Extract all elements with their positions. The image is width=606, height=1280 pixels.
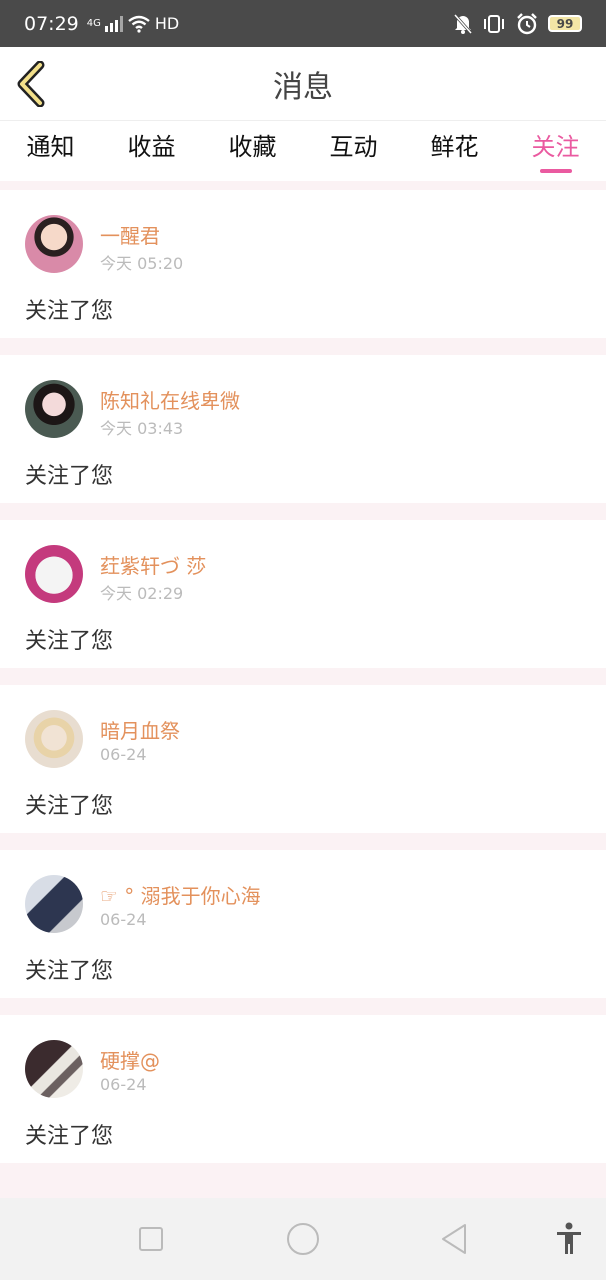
message-text: 关注了您 (25, 629, 114, 654)
tab-earnings[interactable]: 收益 (101, 121, 202, 181)
list-item[interactable]: 陈知礼在线卑微 今天 03:43 关注了您 (0, 355, 606, 503)
username[interactable]: 硬撑@ (100, 1045, 160, 1074)
tab-bar: 通知 收益 收藏 互动 鲜花 关注 (0, 121, 606, 181)
message-text: 关注了您 (25, 794, 114, 819)
tab-label: 收藏 (228, 133, 277, 161)
message-list: 一醒君 今天 05:20 关注了您 陈知礼在线卑微 今天 03:43 关注了您 … (0, 190, 606, 1180)
username[interactable]: ☞ ° 溺我于你心海 (100, 880, 261, 909)
username[interactable]: 陈知礼在线卑微 (100, 385, 240, 414)
timestamp: 今天 05:20 (100, 254, 184, 273)
header: 消息 (0, 47, 606, 121)
timestamp: 今天 02:29 (100, 584, 184, 603)
list-item[interactable]: ☞ ° 溺我于你心海 06-24 关注了您 (0, 850, 606, 998)
message-text: 关注了您 (25, 1124, 114, 1149)
triangle-back-icon[interactable] (440, 1223, 468, 1255)
network-type: 4G (86, 17, 101, 29)
message-text: 关注了您 (25, 959, 114, 984)
timestamp: 06-24 (100, 910, 147, 929)
avatar[interactable] (25, 380, 83, 438)
avatar[interactable] (25, 215, 83, 273)
list-item[interactable]: 一醒君 今天 05:20 关注了您 (0, 190, 606, 338)
list-item[interactable]: 荭紫轩づ 莎 今天 02:29 关注了您 (0, 520, 606, 668)
hd-label: HD (154, 14, 180, 33)
list-item[interactable]: 暗月血祭 06-24 关注了您 (0, 685, 606, 833)
timestamp: 今天 03:43 (100, 419, 184, 438)
avatar[interactable] (25, 1040, 83, 1098)
avatar[interactable] (25, 710, 83, 768)
circle-icon[interactable] (286, 1222, 320, 1256)
square-icon[interactable] (138, 1226, 164, 1252)
vibrate-icon (484, 14, 504, 33)
accessibility-icon[interactable] (555, 1222, 583, 1256)
tab-flowers[interactable]: 鲜花 (404, 121, 505, 181)
bell-muted-icon (454, 13, 472, 34)
alarm-icon (517, 12, 537, 34)
tab-follow[interactable]: 关注 (505, 121, 606, 181)
back-button[interactable] (14, 61, 54, 107)
page-title: 消息 (273, 69, 333, 105)
active-tab-indicator (539, 169, 572, 173)
avatar[interactable] (25, 875, 83, 933)
tab-interactions[interactable]: 互动 (303, 121, 404, 181)
avatar[interactable] (25, 545, 83, 603)
tab-label: 关注 (531, 133, 580, 161)
list-item[interactable]: 硬撑@ 06-24 关注了您 (0, 1015, 606, 1163)
tab-label: 互动 (329, 133, 378, 161)
message-text: 关注了您 (25, 299, 114, 324)
username[interactable]: 荭紫轩づ 莎 (100, 550, 206, 579)
tab-label: 鲜花 (430, 133, 479, 161)
username[interactable]: 一醒君 (100, 220, 160, 249)
network-indicator: 4G HD (87, 14, 179, 33)
system-navigation-bar (0, 1198, 606, 1280)
username[interactable]: 暗月血祭 (100, 715, 180, 744)
wifi-icon (128, 15, 150, 33)
timestamp: 06-24 (100, 745, 147, 764)
status-bar: 07:29 4G HD 99 (0, 0, 606, 47)
tab-label: 收益 (127, 133, 176, 161)
message-text: 关注了您 (25, 464, 114, 489)
tab-label: 通知 (26, 133, 75, 161)
battery-icon: 99 (548, 15, 582, 32)
status-right: 99 (454, 12, 582, 35)
tab-notice[interactable]: 通知 (0, 121, 101, 181)
status-time: 07:29 (24, 12, 79, 35)
timestamp: 06-24 (100, 1075, 147, 1094)
signal-icon (104, 15, 123, 32)
tab-favorites[interactable]: 收藏 (202, 121, 303, 181)
